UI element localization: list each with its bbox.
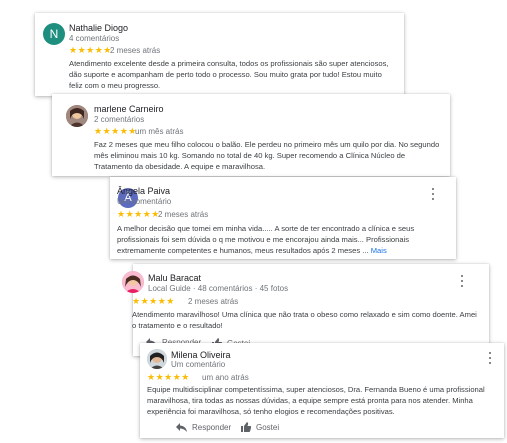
star-rating: ★★★★★ [132, 296, 175, 306]
avatar[interactable] [147, 349, 167, 369]
review-card: Milena Oliveira Um comentário ★★★★★ um a… [140, 343, 504, 438]
star-rating: ★★★★★ [94, 126, 137, 136]
review-card: N Nathalie Diogo 4 comentários ★★★★★ 2 m… [35, 13, 404, 96]
reviewer-name[interactable]: Malu Baracat [148, 273, 201, 283]
review-text: Atendimento excelente desde a primeira c… [69, 59, 389, 90]
user-photo-avatar-icon [147, 349, 167, 369]
review-text-body: A melhor decisão que tomei em minha vida… [117, 224, 415, 255]
user-photo-avatar-icon [66, 105, 88, 127]
avatar[interactable] [66, 105, 88, 127]
more-options-icon[interactable] [487, 352, 493, 364]
thumbs-up-icon [241, 422, 251, 432]
review-date: 2 meses atrás [110, 46, 161, 55]
review-text: Faz 2 meses que meu filho colocou o balã… [94, 140, 440, 171]
more-options-icon[interactable] [459, 275, 465, 287]
review-date: 2 meses atrás [158, 210, 209, 219]
review-card: marlene Carneiro 2 comentários ★★★★★ um … [52, 94, 450, 176]
reply-button[interactable]: Responder [176, 423, 231, 432]
avatar-letter: N [49, 27, 59, 41]
reply-label: Responder [192, 423, 232, 432]
reply-icon [176, 423, 187, 432]
user-photo-avatar-icon [122, 271, 144, 293]
like-label: Gostei [256, 422, 280, 432]
star-rating: ★★★★★ [69, 45, 112, 55]
review-card: Â Ângela Paiva Um comentário ★★★★★ 2 mes… [110, 177, 456, 259]
reviewer-name[interactable]: marlene Carneiro [94, 104, 164, 114]
reviewer-meta[interactable]: 2 comentários [94, 115, 144, 124]
reviewer-meta[interactable]: Um comentário [117, 197, 171, 206]
reviewer-name[interactable]: Nathalie Diogo [69, 23, 128, 33]
reviewer-name[interactable]: Ângela Paiva [117, 186, 170, 196]
reviewer-meta[interactable]: Um comentário [171, 360, 225, 369]
review-date: um ano atrás [202, 373, 249, 382]
star-rating: ★★★★★ [147, 372, 190, 382]
review-date: 2 meses atrás [188, 297, 239, 306]
reviewer-meta[interactable]: 4 comentários [69, 34, 119, 43]
reviewer-name[interactable]: Milena Oliveira [171, 350, 231, 360]
review-date: um mês atrás [135, 127, 184, 136]
star-rating: ★★★★★ [117, 209, 160, 219]
avatar[interactable] [122, 271, 144, 293]
like-button[interactable]: Gostei [241, 422, 279, 432]
more-options-icon[interactable] [430, 188, 436, 200]
review-text: A melhor decisão que tomei em minha vida… [117, 223, 447, 256]
review-text: Atendimento maravilhoso! Uma clínica que… [132, 310, 477, 330]
reviewer-meta[interactable]: Local Guide · 48 comentários · 45 fotos [148, 284, 288, 293]
avatar[interactable]: N [43, 23, 65, 45]
more-link[interactable]: Mais [371, 246, 387, 255]
review-text: Equipe multidisciplinar competentíssima,… [147, 385, 485, 416]
